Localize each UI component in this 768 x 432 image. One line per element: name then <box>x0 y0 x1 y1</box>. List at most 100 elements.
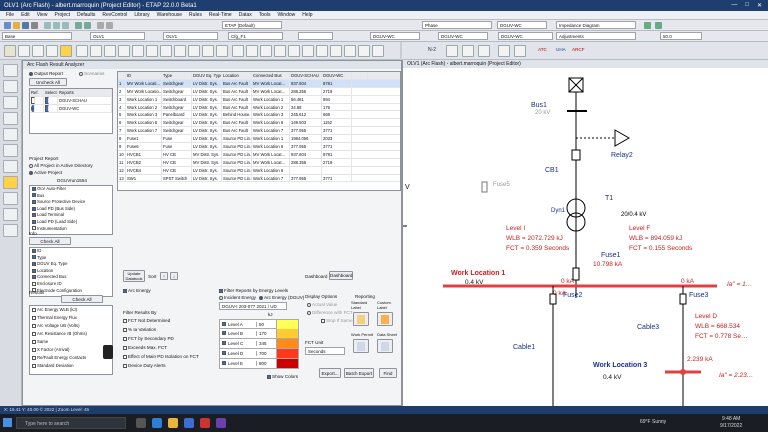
table-row[interactable]: 9 Fuse6 Fuse LV Distr. Sys. Source PD Lin...… <box>118 143 400 151</box>
tools-icon[interactable] <box>344 45 356 57</box>
standard-label-button[interactable] <box>353 312 369 326</box>
library-icon[interactable] <box>358 45 370 57</box>
list-item[interactable]: Arc Resistance rB (Ohms) <box>30 330 112 338</box>
filter-main-pd-isolation[interactable]: Effect of Main PD Isolation on FCT <box>123 354 199 359</box>
filter-exceeds-max-fct[interactable]: Exceeds Max. FCT <box>123 345 167 350</box>
table-row[interactable]: 10 HVCB1 HV CB MV Distr. Sys. Source PD Lin.… <box>118 150 400 159</box>
print-label-icon[interactable] <box>188 45 200 57</box>
shock-icon[interactable] <box>76 45 88 57</box>
list-item[interactable]: OLV Auto-Filter <box>30 186 112 193</box>
combo-cfg-2[interactable] <box>298 32 333 40</box>
table-row[interactable]: 11 HVCB2 HV CB MV Distr. Sys. Source PD Lin.… <box>118 158 400 167</box>
export-button[interactable]: Export... <box>319 368 341 378</box>
sort-descending-button[interactable]: ↓ <box>170 272 178 280</box>
energy-level-row[interactable]: Level E 800 <box>219 359 299 369</box>
dc-system-icon[interactable] <box>3 224 18 237</box>
arc-flash-mode-icon[interactable] <box>3 176 18 189</box>
list-item[interactable]: Standard Deviation <box>30 362 112 370</box>
sequence-icon[interactable] <box>90 45 102 57</box>
combo-base[interactable]: Base <box>2 32 72 40</box>
utility-source-icon[interactable] <box>568 77 584 93</box>
results-list[interactable]: Arc Energy WLB (kJ) Thermal Energy Flux … <box>29 305 113 375</box>
pan-icon[interactable] <box>106 22 113 29</box>
level-color-swatch[interactable] <box>276 349 298 358</box>
energy-level-row[interactable]: Level A 50 <box>219 319 299 329</box>
menu-datax[interactable]: Datax <box>239 12 252 18</box>
clock-date[interactable]: 9/17/2022 <box>720 423 742 429</box>
print-icon[interactable] <box>31 22 38 29</box>
list-item[interactable]: X Factor (Arrival) <box>30 346 112 354</box>
level-value[interactable]: 50 <box>256 321 276 327</box>
list-item[interactable]: Load PD (Bus Side) <box>30 206 112 213</box>
all-projects-radio[interactable]: All Project in Active Directory <box>29 163 93 168</box>
close-icon[interactable]: ✕ <box>757 2 762 9</box>
menu-file[interactable]: File <box>6 12 14 18</box>
level-value[interactable]: 170 <box>256 331 276 336</box>
column-header[interactable]: DGUV Eq. Type <box>192 72 222 79</box>
waveform-icon[interactable] <box>104 45 116 57</box>
list-item[interactable]: Same <box>30 338 112 346</box>
menu-view[interactable]: View <box>37 12 48 18</box>
combo-study-case[interactable]: DGUV-WC <box>370 32 420 40</box>
report-row[interactable]: DGUV-WC <box>30 104 112 113</box>
protection-icon[interactable] <box>3 192 18 205</box>
column-header[interactable]: ID <box>126 72 162 79</box>
arcf-label[interactable]: ARCF <box>572 47 585 52</box>
menu-realtime[interactable]: Real-Time <box>209 12 232 18</box>
windows-start-icon[interactable] <box>3 418 12 427</box>
open-icon[interactable] <box>13 22 20 29</box>
difference-fct-radio[interactable]: Difference with FCT <box>307 310 353 315</box>
list-item[interactable]: Re/Fault Energy Contacts <box>30 354 112 362</box>
combo-config[interactable]: Cfg_F1 <box>228 32 283 40</box>
list-item[interactable]: Load PD (Load Side) <box>30 219 112 226</box>
level-color-swatch[interactable] <box>276 329 298 338</box>
report-row[interactable]: DGUV-SCHAU <box>30 96 112 105</box>
incident-energy-radio[interactable]: Incident Energy <box>219 295 256 300</box>
column-header[interactable]: DGUV-WC <box>322 72 352 79</box>
diagram-canvas[interactable] <box>403 68 768 406</box>
column-header[interactable] <box>118 72 126 79</box>
plot-icon[interactable] <box>288 45 300 57</box>
list-item[interactable]: Location <box>30 268 112 275</box>
level-checkbox[interactable] <box>220 341 228 347</box>
undo-icon[interactable] <box>75 22 82 29</box>
check-all-results-button[interactable]: Check All <box>61 295 103 303</box>
results-table-icon[interactable] <box>216 45 228 57</box>
filter-fct-not-determined[interactable]: FCT Not Determined <box>123 318 170 323</box>
table-row[interactable]: 8 Fuse1 Fuse LV Distr. Sys. Source PD Lin...… <box>118 135 400 144</box>
sweep-icon[interactable] <box>246 45 258 57</box>
table-row[interactable]: 1 MV Work Locati... Switchgear LV Distr. Sy… <box>118 79 400 88</box>
zoom-icon[interactable] <box>97 22 104 29</box>
uha-label[interactable]: UHA <box>556 47 566 52</box>
outlook-icon[interactable] <box>184 418 194 428</box>
custom-label-button[interactable] <box>377 312 393 326</box>
list-item[interactable]: Source Protective Device <box>30 199 112 206</box>
combo-dguv-2[interactable]: DGUV-WC <box>498 32 553 40</box>
list-item[interactable]: DGUV Eq. Type <box>30 261 112 268</box>
sort-ascending-button[interactable]: ↑ <box>160 272 168 280</box>
clock-time[interactable]: 9:48 AM <box>722 416 740 422</box>
update-databook-button[interactable]: Update Databook <box>123 270 145 282</box>
list-item[interactable]: Bus <box>30 193 112 200</box>
table-row[interactable]: 6 Work Location 6 Switchgear LV Distr. Sys.… <box>118 119 400 128</box>
run-arc-flash-icon[interactable] <box>4 45 16 57</box>
compare-icon[interactable] <box>274 45 286 57</box>
level-color-swatch[interactable] <box>276 339 298 348</box>
transient-icon[interactable] <box>3 160 18 173</box>
alert-icon[interactable] <box>32 45 44 57</box>
level-color-swatch[interactable] <box>276 359 298 368</box>
data-sheet-button[interactable] <box>377 339 393 353</box>
column-header[interactable]: Type <box>162 72 192 79</box>
menu-revcontrol[interactable]: RevControl <box>102 12 127 18</box>
edge-icon[interactable] <box>152 418 162 428</box>
menu-library[interactable]: Library <box>134 12 149 18</box>
filter-icon[interactable] <box>330 45 342 57</box>
fuse5-icon[interactable] <box>481 181 488 193</box>
motor-start-icon[interactable] <box>3 128 18 141</box>
menu-edit[interactable]: Edit <box>21 12 30 18</box>
list-item[interactable]: Thermal Energy Flux <box>30 314 112 322</box>
configure-icon[interactable] <box>316 45 328 57</box>
column-header[interactable]: DGUV-SCHAU <box>290 72 322 79</box>
arc-energy-checkbox[interactable]: Arc Energy <box>123 288 151 293</box>
menu-warehouse[interactable]: Warehouse <box>157 12 182 18</box>
